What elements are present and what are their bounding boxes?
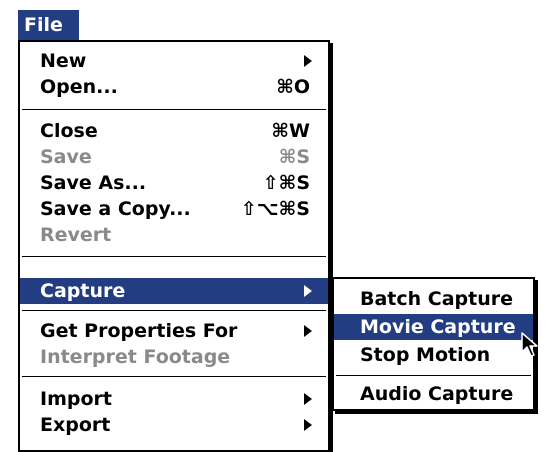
- menu-item-label: Import: [40, 388, 112, 410]
- submenu-item-movie-capture[interactable]: Movie Capture: [334, 314, 533, 340]
- shortcut-label: ⌘W: [271, 120, 310, 142]
- submenu-arrow-icon: [304, 419, 312, 431]
- menu-separator: [336, 375, 531, 376]
- menu-item-label: Capture: [40, 280, 126, 302]
- menu-item-label: Interpret Footage: [40, 346, 231, 368]
- menu-item-label: Close: [40, 120, 98, 142]
- submenu-arrow-icon: [304, 325, 312, 337]
- file-menu: New Open... ⌘O Close ⌘W Save ⌘S Save As.…: [18, 40, 330, 452]
- menu-item-label: New: [40, 50, 87, 72]
- menu-item-save-a-copy[interactable]: Save a Copy... ⇧⌥⌘S: [20, 196, 328, 222]
- menu-separator: [22, 310, 326, 311]
- submenu-item-audio-capture[interactable]: Audio Capture: [334, 381, 533, 407]
- menu-item-close[interactable]: Close ⌘W: [20, 118, 328, 144]
- menu-item-label: Batch Capture: [360, 288, 514, 310]
- menu-item-get-properties-for[interactable]: Get Properties For: [20, 318, 328, 344]
- submenu-item-batch-capture[interactable]: Batch Capture: [334, 286, 533, 312]
- menu-item-interpret-footage: Interpret Footage: [20, 344, 328, 370]
- shortcut-label: ⇧⌥⌘S: [240, 198, 310, 220]
- menu-item-export[interactable]: Export: [20, 412, 328, 438]
- file-menu-title[interactable]: File: [18, 10, 79, 40]
- submenu-item-stop-motion[interactable]: Stop Motion: [334, 342, 533, 368]
- menu-item-label: Revert: [40, 224, 112, 246]
- menu-item-capture[interactable]: Capture: [20, 278, 328, 304]
- submenu-arrow-icon: [304, 55, 312, 67]
- menu-item-label: Open...: [40, 76, 118, 98]
- submenu-arrow-icon: [304, 285, 312, 297]
- shortcut-label: ⇧⌘S: [262, 172, 310, 194]
- menu-item-label: Get Properties For: [40, 320, 238, 342]
- shortcut-label: ⌘O: [276, 76, 310, 98]
- arrow-cursor-icon: [521, 332, 538, 357]
- menu-item-label: Save a Copy...: [40, 198, 191, 220]
- menu-item-label: Export: [40, 414, 111, 436]
- menu-separator: [22, 256, 326, 257]
- capture-submenu: Batch Capture Movie Capture Stop Motion …: [332, 277, 535, 411]
- menu-item-label: Save As...: [40, 172, 147, 194]
- submenu-arrow-icon: [304, 393, 312, 405]
- menu-item-label: Audio Capture: [360, 383, 514, 405]
- menu-item-label: Movie Capture: [360, 316, 516, 338]
- menu-separator: [22, 109, 326, 110]
- shortcut-label: ⌘S: [278, 146, 310, 168]
- menu-item-label: Save: [40, 146, 92, 168]
- menu-separator: [22, 376, 326, 377]
- menu-item-import[interactable]: Import: [20, 386, 328, 412]
- menu-item-open[interactable]: Open... ⌘O: [20, 74, 328, 100]
- menu-item-save: Save ⌘S: [20, 144, 328, 170]
- menu-item-label: Stop Motion: [360, 344, 491, 366]
- menu-item-new[interactable]: New: [20, 48, 328, 74]
- menu-item-save-as[interactable]: Save As... ⇧⌘S: [20, 170, 328, 196]
- menu-item-revert: Revert: [20, 222, 328, 248]
